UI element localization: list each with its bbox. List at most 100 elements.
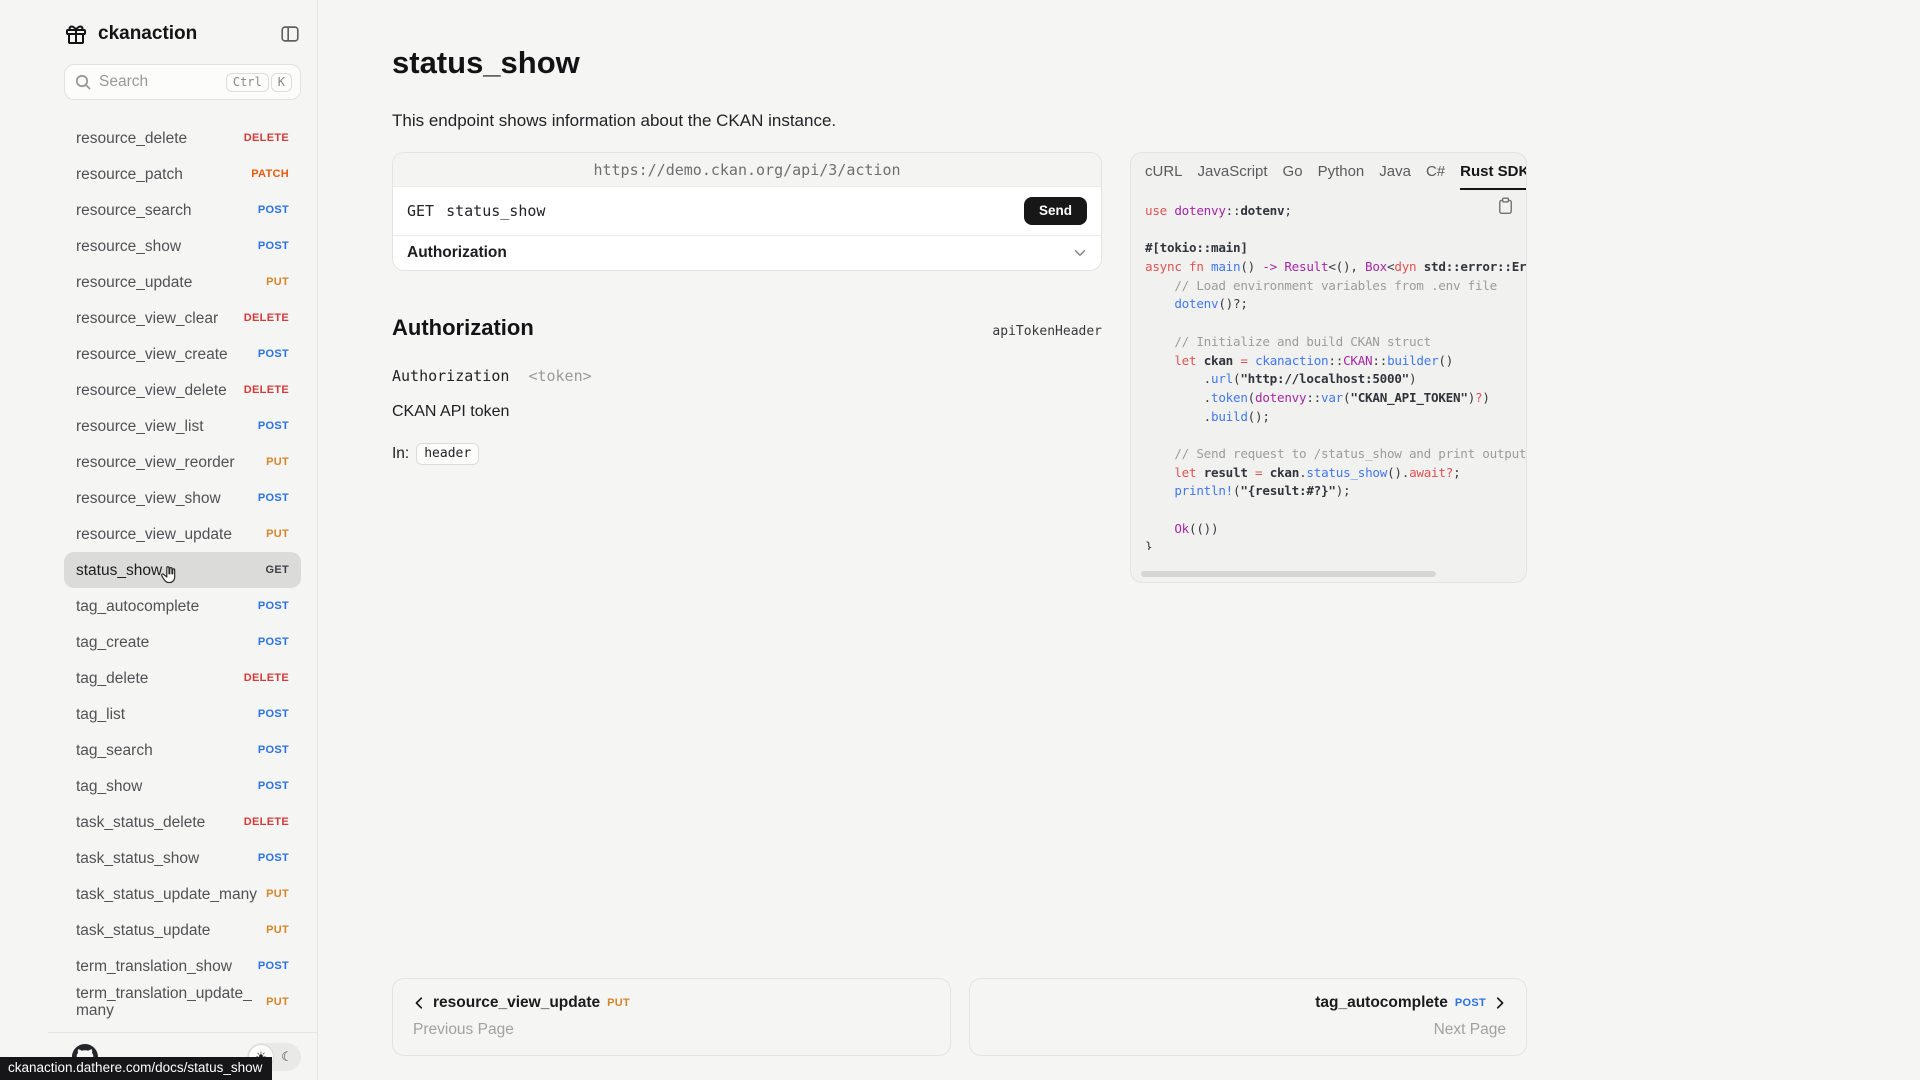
dark-theme-button[interactable]: ☾ xyxy=(275,1045,299,1069)
method-badge: DELETE xyxy=(244,384,289,396)
sidebar-item-tag_delete[interactable]: tag_deleteDELETE xyxy=(64,660,301,696)
link-status-bar: ckanaction.dathere.com/docs/status_show xyxy=(0,1057,272,1080)
endpoint-label: tag_search xyxy=(76,742,153,759)
vertical-spacer xyxy=(392,583,1920,978)
endpoint-label: resource_show xyxy=(76,238,181,255)
sidebar-item-resource_view_list[interactable]: resource_view_listPOST xyxy=(64,408,301,444)
sidebar-item-resource_show[interactable]: resource_showPOST xyxy=(64,228,301,264)
sidebar-item-tag_autocomplete[interactable]: tag_autocompletePOST xyxy=(64,588,301,624)
code-line: // Load environment variables from .env … xyxy=(1145,277,1526,296)
method-badge: POST xyxy=(258,492,289,504)
previous-page-label: resource_view_update xyxy=(433,994,600,1012)
tab-c-[interactable]: C# xyxy=(1426,163,1445,190)
tab-rust-sdk[interactable]: Rust SDK xyxy=(1460,163,1527,190)
sidebar: ckanaction Search CtrlK resource_deleteD… xyxy=(0,0,318,1080)
method-badge: POST xyxy=(258,708,289,720)
sidebar-item-resource_update[interactable]: resource_updatePUT xyxy=(64,264,301,300)
auth-in-value-chip: header xyxy=(416,443,479,465)
endpoint-label: task_status_show xyxy=(76,850,199,867)
search-input[interactable]: Search CtrlK xyxy=(64,64,301,100)
sidebar-item-tag_show[interactable]: tag_showPOST xyxy=(64,768,301,804)
sidebar-collapse-button[interactable] xyxy=(279,23,301,45)
tab-go[interactable]: Go xyxy=(1283,163,1303,190)
tab-java[interactable]: Java xyxy=(1379,163,1411,190)
sidebar-item-tag_list[interactable]: tag_list POST xyxy=(64,696,301,732)
method-badge: PUT xyxy=(266,924,289,936)
endpoint-label: resource_patch xyxy=(76,166,183,183)
code-line: async fn main() -> Result<(), Box<dyn st… xyxy=(1145,258,1526,277)
code-line: let ckan = ckanaction::CKAN::builder() xyxy=(1145,352,1526,371)
endpoint-label: task_status_delete xyxy=(76,814,205,831)
code-sample-panel: cURL JavaScript Go Python Java C# Rust SDK use… xyxy=(1130,152,1527,583)
authorization-heading-row: Authorization apiTokenHeader xyxy=(392,315,1102,341)
code-block: use dotenvy::dotenv; #[tokio::main]async… xyxy=(1131,190,1526,550)
sidebar-item-resource_view_delete[interactable]: resource_view_deleteDELETE xyxy=(64,372,301,408)
send-button[interactable]: Send xyxy=(1024,197,1087,225)
main-content: status_show This endpoint shows informat… xyxy=(318,0,1920,1080)
tab-javascript[interactable]: JavaScript xyxy=(1198,163,1268,190)
endpoint-label: resource_view_update xyxy=(76,526,232,543)
method-badge: DELETE xyxy=(244,672,289,684)
code-line: use dotenvy::dotenv; xyxy=(1145,202,1526,221)
code-line: .build(); xyxy=(1145,408,1526,427)
authorization-heading: Authorization xyxy=(392,315,534,341)
sidebar-item-task_status_update[interactable]: task_status_updatePUT xyxy=(64,912,301,948)
endpoint-label: resource_update xyxy=(76,274,192,291)
sidebar-item-term_translation_update_many[interactable]: term_translation_update_manyPUT xyxy=(64,984,301,1020)
sidebar-item-resource_delete[interactable]: resource_deleteDELETE xyxy=(64,120,301,156)
page-description: This endpoint shows information about th… xyxy=(392,110,1920,132)
method-badge: POST xyxy=(258,420,289,432)
endpoint-label: tag_list xyxy=(76,706,125,723)
next-page-caption: Next Page xyxy=(990,1021,1507,1039)
tab-python[interactable]: Python xyxy=(1318,163,1365,190)
sidebar-item-tag_search[interactable]: tag_search POST xyxy=(64,732,301,768)
sidebar-item-resource_view_update[interactable]: resource_view_updatePUT xyxy=(64,516,301,552)
tab-curl[interactable]: cURL xyxy=(1145,163,1183,190)
auth-scheme-name: apiTokenHeader xyxy=(992,324,1102,339)
chevron-right-icon xyxy=(1493,996,1506,1010)
next-page-card[interactable]: tag_autocomplete POST Next Page xyxy=(969,978,1528,1056)
method-badge: PATCH xyxy=(251,168,289,180)
sidebar-item-status_show[interactable]: status_showGET xyxy=(64,552,301,588)
request-path: status_show xyxy=(446,202,1024,220)
api-playground-card: https://demo.ckan.org/api/3/action GET s… xyxy=(392,152,1102,271)
auth-in-label: In: xyxy=(392,445,409,463)
content-row: https://demo.ckan.org/api/3/action GET s… xyxy=(392,152,1920,583)
code-line xyxy=(1145,501,1526,520)
method-badge: DELETE xyxy=(244,816,289,828)
base-url-label: https://demo.ckan.org/api/3/action xyxy=(393,153,1101,187)
sidebar-item-resource_search[interactable]: resource_searchPOST xyxy=(64,192,301,228)
method-badge: POST xyxy=(258,960,289,972)
kbd-ctrl: Ctrl xyxy=(226,73,269,92)
next-page-label: tag_autocomplete xyxy=(1315,994,1448,1012)
sidebar-item-resource_view_reorder[interactable]: resource_view_reorderPUT xyxy=(64,444,301,480)
previous-page-top: resource_view_update PUT xyxy=(413,994,930,1012)
sidebar-item-term_translation_show[interactable]: term_translation_showPOST xyxy=(64,948,301,984)
authorization-toggle[interactable]: Authorization xyxy=(393,235,1101,270)
horizontal-scrollbar[interactable] xyxy=(1141,571,1436,577)
sidebar-item-task_status_show[interactable]: task_status_showPOST xyxy=(64,840,301,876)
previous-page-card[interactable]: resource_view_update PUT Previous Page xyxy=(392,978,951,1056)
sidebar-item-resource_patch[interactable]: resource_patch PATCH xyxy=(64,156,301,192)
sidebar-item-resource_view_show[interactable]: resource_view_show POST xyxy=(64,480,301,516)
copy-code-button[interactable] xyxy=(1497,197,1514,218)
auth-description: CKAN API token xyxy=(392,403,1102,421)
sidebar-item-resource_view_clear[interactable]: resource_view_clearDELETE xyxy=(64,300,301,336)
language-tab-bar: cURL JavaScript Go Python Java C# Rust SDK xyxy=(1131,153,1526,190)
sidebar-item-task_status_delete[interactable]: task_status_delete DELETE xyxy=(64,804,301,840)
sidebar-item-tag_create[interactable]: tag_createPOST xyxy=(64,624,301,660)
authorization-toggle-label: Authorization xyxy=(407,244,507,262)
pagination: resource_view_update PUT Previous Page t… xyxy=(392,978,1527,1056)
endpoint-label: tag_create xyxy=(76,634,149,651)
code-line: } xyxy=(1145,538,1526,550)
sidebar-item-resource_view_create[interactable]: resource_view_createPOST xyxy=(64,336,301,372)
endpoint-label: resource_view_show xyxy=(76,490,221,507)
search-shortcut: CtrlK xyxy=(224,73,292,92)
endpoint-label: resource_search xyxy=(76,202,191,219)
sidebar-item-task_status_update_many[interactable]: task_status_update_manyPUT xyxy=(64,876,301,912)
endpoint-label: resource_view_create xyxy=(76,346,228,363)
code-line: // Send request to /status_show and prin… xyxy=(1145,445,1526,464)
previous-page-method-badge: PUT xyxy=(607,997,630,1009)
method-badge: POST xyxy=(258,744,289,756)
method-badge: PUT xyxy=(266,996,289,1008)
